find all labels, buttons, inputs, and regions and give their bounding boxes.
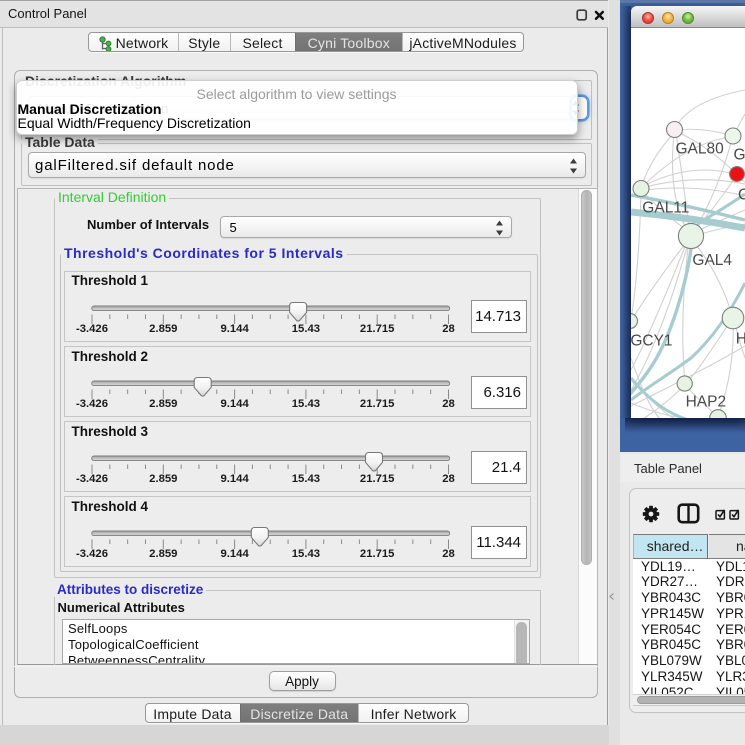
svg-text:28: 28 — [442, 473, 455, 485]
svg-text:21.715: 21.715 — [359, 548, 394, 560]
svg-text:-3.426: -3.426 — [75, 398, 107, 410]
svg-text:2.859: 2.859 — [149, 473, 177, 485]
svg-text:GCY1: GCY1 — [631, 333, 673, 350]
svg-text:15.43: 15.43 — [291, 323, 319, 335]
svg-text:9.144: 9.144 — [220, 323, 249, 335]
svg-text:28: 28 — [442, 548, 455, 560]
svg-text:28: 28 — [442, 323, 455, 335]
svg-text:2.859: 2.859 — [149, 398, 177, 410]
svg-text:21.715: 21.715 — [359, 323, 394, 335]
svg-text:15.43: 15.43 — [291, 548, 319, 560]
svg-text:15.43: 15.43 — [291, 473, 319, 485]
svg-text:HIS: HIS — [736, 331, 745, 348]
svg-text:GAL4: GAL4 — [692, 252, 732, 269]
svg-text:CD: CD — [738, 187, 745, 204]
svg-text:HAP2: HAP2 — [686, 394, 727, 411]
svg-text:2.859: 2.859 — [149, 548, 177, 560]
svg-text:21.715: 21.715 — [359, 473, 394, 485]
svg-text:-3.426: -3.426 — [75, 473, 107, 485]
svg-text:GAL7: GAL7 — [734, 147, 745, 164]
svg-text:GAL80: GAL80 — [676, 141, 725, 158]
svg-text:9.144: 9.144 — [220, 473, 249, 485]
svg-text:9.144: 9.144 — [220, 548, 249, 560]
svg-text:2.859: 2.859 — [149, 323, 177, 335]
svg-text:9.144: 9.144 — [220, 398, 249, 410]
svg-text:21.715: 21.715 — [359, 398, 394, 410]
svg-text:-3.426: -3.426 — [75, 548, 107, 560]
svg-text:-3.426: -3.426 — [75, 323, 107, 335]
svg-text:15.43: 15.43 — [291, 398, 319, 410]
svg-text:28: 28 — [442, 398, 455, 410]
svg-text:GAL11: GAL11 — [642, 200, 689, 217]
